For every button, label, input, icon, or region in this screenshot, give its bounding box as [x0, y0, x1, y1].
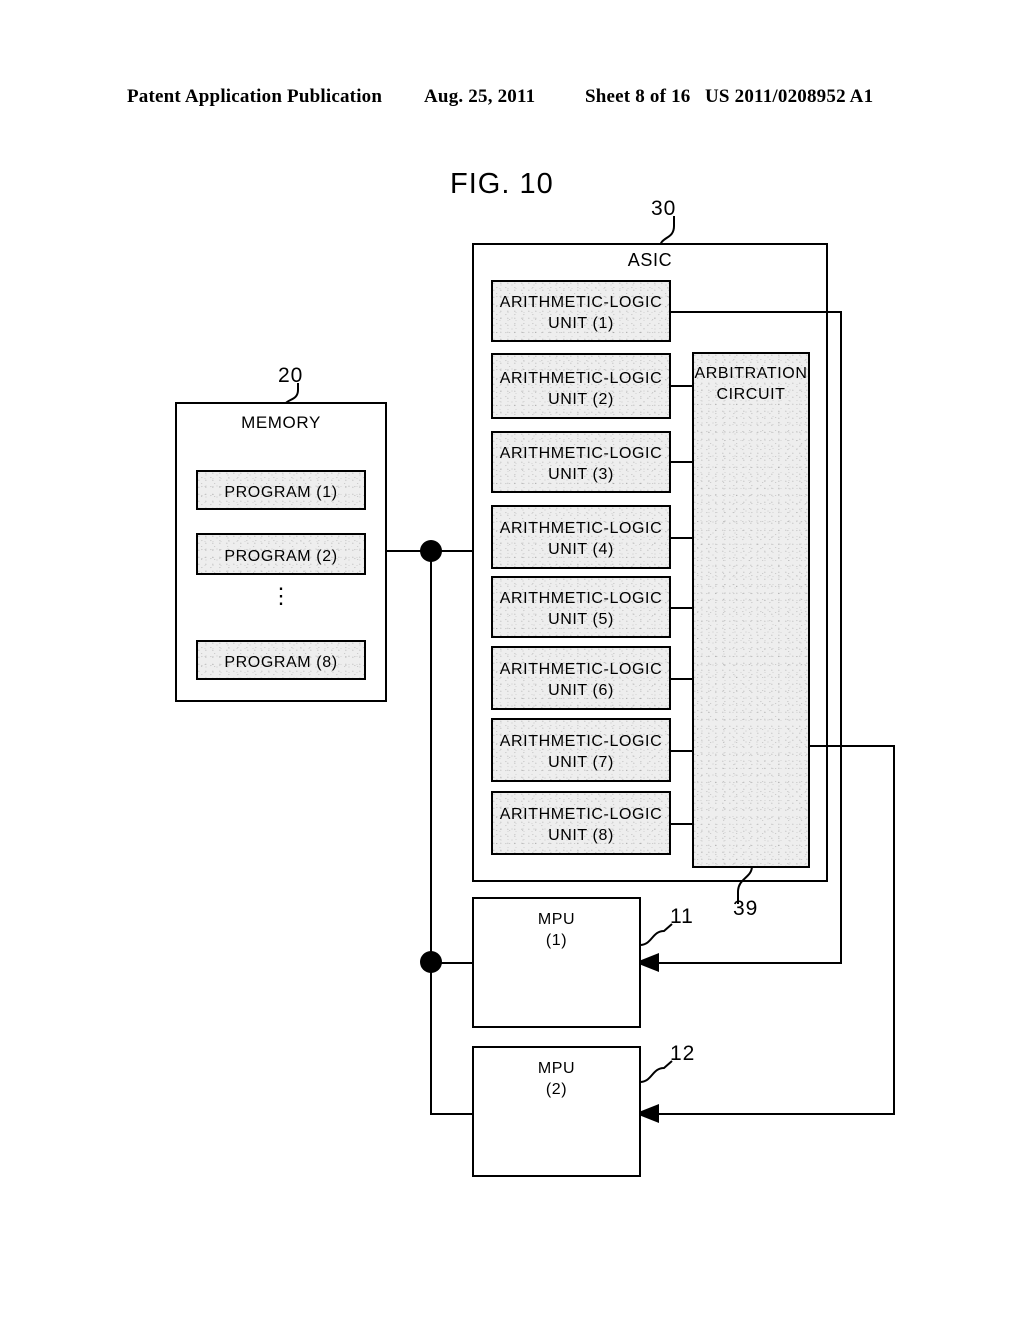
- alu-3-line1: ARITHMETIC-LOGIC: [499, 445, 663, 462]
- leader-line-12: [639, 1060, 673, 1083]
- alu-box-7[interactable]: ARITHMETIC-LOGIC UNIT (7): [491, 718, 671, 782]
- wire-alu3-arbitration: [671, 461, 692, 463]
- wire-to-mpu1-horizontal: [648, 962, 842, 964]
- alu-box-2[interactable]: ARITHMETIC-LOGIC UNIT (2): [491, 353, 671, 419]
- program-box-8[interactable]: PROGRAM (8): [196, 640, 366, 680]
- alu-8-line2: UNIT (8): [548, 827, 614, 844]
- alu-1-line1: ARITHMETIC-LOGIC: [499, 294, 663, 311]
- alu-1-line2: UNIT (1): [548, 315, 614, 332]
- mpu-2-line2: (2): [545, 1081, 568, 1098]
- alu-box-3[interactable]: ARITHMETIC-LOGIC UNIT (3): [491, 431, 671, 493]
- wire-alu1-out-vertical: [840, 311, 842, 964]
- alu-5-line1: ARITHMETIC-LOGIC: [499, 590, 663, 607]
- wire-bus-to-mpu2: [430, 1113, 474, 1115]
- asic-label: ASIC: [627, 250, 673, 270]
- alu-4-line1: ARITHMETIC-LOGIC: [499, 520, 663, 537]
- arbitration-line2: CIRCUIT: [716, 386, 786, 403]
- program-box-2[interactable]: PROGRAM (2): [196, 533, 366, 575]
- alu-box-8[interactable]: ARITHMETIC-LOGIC UNIT (8): [491, 791, 671, 855]
- program-2-label: PROGRAM (2): [224, 548, 338, 565]
- mpu-box-1[interactable]: MPU (1): [472, 897, 641, 1028]
- wire-to-mpu2-horizontal: [648, 1113, 895, 1115]
- bus-junction-dot-upper: [420, 540, 442, 562]
- mpu-2-line1: MPU: [537, 1060, 576, 1077]
- arbitration-line1: ARBITRATION: [694, 365, 808, 382]
- alu-7-line2: UNIT (7): [548, 754, 614, 771]
- programs-ellipsis: ⋮: [270, 583, 292, 608]
- wire-alu5-arbitration: [671, 607, 692, 609]
- header-date: Aug. 25, 2011: [424, 86, 536, 107]
- program-1-label: PROGRAM (1): [224, 484, 338, 501]
- alu-7-line1: ARITHMETIC-LOGIC: [499, 733, 663, 750]
- mpu-1-line2: (1): [545, 932, 568, 949]
- figure-title: FIG. 10: [450, 168, 554, 200]
- alu-6-line1: ARITHMETIC-LOGIC: [499, 661, 663, 678]
- wire-arbitration-out-horizontal: [810, 745, 895, 747]
- alu-box-4[interactable]: ARITHMETIC-LOGIC UNIT (4): [491, 505, 671, 569]
- header-sheet: Sheet 8 of 16: [585, 86, 691, 107]
- alu-box-6[interactable]: ARITHMETIC-LOGIC UNIT (6): [491, 646, 671, 710]
- wire-alu4-arbitration: [671, 537, 692, 539]
- wire-alu1-out-horizontal: [671, 311, 842, 313]
- wire-alu6-arbitration: [671, 678, 692, 680]
- alu-box-1[interactable]: ARITHMETIC-LOGIC UNIT (1): [491, 280, 671, 342]
- memory-label: MEMORY: [241, 413, 321, 432]
- alu-4-line2: UNIT (4): [548, 541, 614, 558]
- header-document-number: US 2011/0208952 A1: [705, 86, 874, 107]
- bus-vertical-main: [430, 550, 432, 1115]
- leader-line-39: [737, 865, 753, 904]
- mpu-1-line1: MPU: [537, 911, 576, 928]
- arbitration-circuit-box[interactable]: ARBITRATION CIRCUIT: [692, 352, 810, 868]
- program-box-1[interactable]: PROGRAM (1): [196, 470, 366, 510]
- wire-alu7-arbitration: [671, 750, 692, 752]
- alu-2-line1: ARITHMETIC-LOGIC: [499, 370, 663, 387]
- wire-alu2-arbitration: [671, 385, 692, 387]
- bus-junction-dot-lower: [420, 951, 442, 973]
- alu-6-line2: UNIT (6): [548, 682, 614, 699]
- alu-8-line1: ARITHMETIC-LOGIC: [499, 806, 663, 823]
- alu-5-line2: UNIT (5): [548, 611, 614, 628]
- header-publication: Patent Application Publication: [127, 86, 383, 107]
- mpu-box-2[interactable]: MPU (2): [472, 1046, 641, 1177]
- alu-2-line2: UNIT (2): [548, 391, 614, 408]
- leader-line-11: [639, 923, 673, 946]
- wire-alu8-arbitration: [671, 823, 692, 825]
- program-8-label: PROGRAM (8): [224, 654, 338, 671]
- page-header: Patent Application Publication Aug. 25, …: [0, 86, 1024, 114]
- alu-3-line2: UNIT (3): [548, 466, 614, 483]
- wire-arbitration-out-vertical: [893, 745, 895, 1115]
- alu-box-5[interactable]: ARITHMETIC-LOGIC UNIT (5): [491, 576, 671, 638]
